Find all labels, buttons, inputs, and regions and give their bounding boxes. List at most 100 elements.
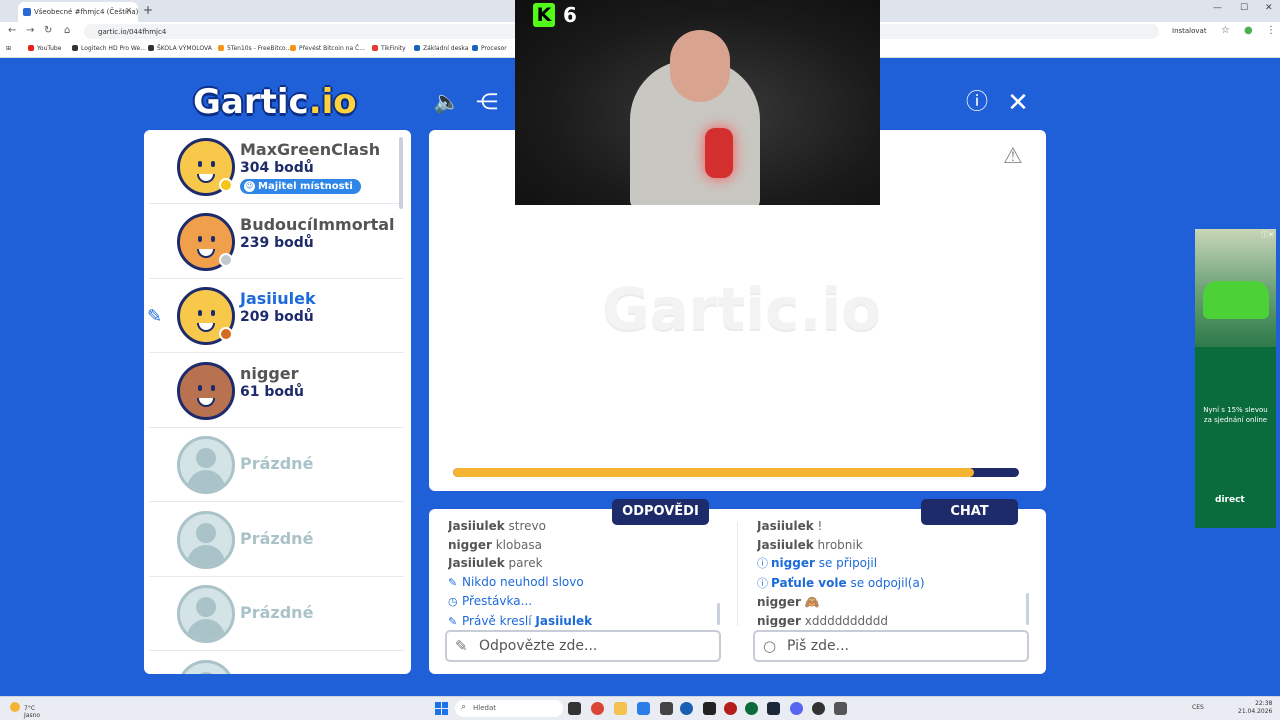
app-icon-1[interactable]	[703, 702, 716, 715]
bookmark-item[interactable]: TikFinity	[372, 45, 406, 52]
chat-scrollbar[interactable]	[1026, 593, 1029, 625]
chat-input[interactable]: ○ Piš zde...	[753, 630, 1029, 662]
player-row[interactable]: Prázdné	[149, 428, 404, 502]
minimize-icon[interactable]: —	[1213, 3, 1222, 13]
file-explorer-icon[interactable]	[614, 702, 627, 715]
message-user: Jasiiulek	[448, 556, 505, 571]
player-row[interactable]	[149, 652, 404, 674]
install-button[interactable]: Instalovat	[1172, 27, 1207, 35]
message-text: klobasa	[495, 537, 542, 552]
player-row[interactable]: ✎ Jasiiulek 209 bodů	[147, 279, 404, 353]
clock-icon: ◷	[448, 595, 458, 609]
player-row[interactable]: Prázdné	[149, 577, 404, 651]
player-list-scrollbar[interactable]	[399, 137, 403, 209]
new-tab-icon[interactable]: +	[143, 3, 153, 17]
forward-icon[interactable]: →	[26, 25, 34, 36]
info-icon[interactable]: ⓘ	[964, 90, 990, 116]
close-tab-icon[interactable]: ✕	[125, 6, 132, 15]
answers-scrollbar[interactable]	[717, 603, 720, 625]
steam-icon[interactable]	[767, 702, 780, 715]
message-text: strevo	[508, 519, 546, 533]
app-icon-2[interactable]	[724, 702, 737, 715]
chrome-icon[interactable]	[591, 702, 604, 715]
message-user: nigger	[448, 537, 492, 552]
bookmark-item[interactable]: Převést Bitcoin na Č...	[290, 45, 365, 52]
edge-icon[interactable]	[680, 702, 693, 715]
bookmark-favicon-icon	[148, 45, 154, 51]
bookmark-item[interactable]: Procesor	[472, 45, 507, 52]
clock[interactable]: 22:38 21.04.2026	[1238, 700, 1272, 716]
menu-icon[interactable]: ⋮	[1266, 25, 1276, 36]
bookmark-item[interactable]: ŠKOLA VÝMOLOVA	[148, 45, 212, 52]
system-message-user: nigger	[771, 556, 815, 571]
player-score: 209 bodů	[240, 309, 314, 325]
reload-icon[interactable]: ↻	[44, 25, 52, 36]
player-row[interactable]: BudoucíImmortal 239 bodů	[149, 205, 404, 279]
back-icon[interactable]: ←	[8, 25, 16, 36]
answer-input[interactable]: ✎ Odpovězte zde...	[445, 630, 721, 662]
task-view-icon[interactable]	[568, 702, 581, 715]
bookmark-star-icon[interactable]: ☆	[1221, 25, 1230, 36]
message-user: Jasiiulek	[757, 519, 814, 533]
share-icon[interactable]: ⋲	[474, 90, 500, 116]
player-name: MaxGreenClash	[240, 140, 381, 159]
player-name: BudoucíImmortal	[240, 214, 395, 234]
streamer-head	[670, 30, 730, 102]
bookmark-label: Logitech HD Pro We...	[81, 45, 146, 52]
apps-icon[interactable]: ⊞	[6, 45, 11, 52]
message-line: ⓘ Paťule vole se odpojil(a)	[757, 574, 1025, 594]
gartic-logo[interactable]: Gartic.io	[193, 82, 357, 122]
windows-start-icon[interactable]	[435, 702, 448, 715]
message-text: hrobnik	[817, 537, 863, 552]
info-icon: ⓘ	[757, 557, 768, 571]
answers-messages: Jasiiulek strevo nigger klobasa Jasiiulek …	[448, 517, 718, 627]
message-text: xdddddddddd	[804, 613, 889, 627]
snipping-tool-icon[interactable]	[660, 702, 673, 715]
bookmark-favicon-icon	[372, 45, 378, 51]
system-message: Přestávka...	[462, 594, 533, 609]
weather-widget[interactable]: 7°C Jasno	[10, 702, 40, 719]
avatar-eye	[211, 384, 215, 391]
ad-close-icon[interactable]: ⓘ✕	[1261, 230, 1274, 240]
round-timer-fill	[453, 468, 974, 477]
browser-tab[interactable]: Všeobecné #fhmjc4 (Čeština) ✕	[18, 2, 138, 22]
player-row[interactable]: nigger 61 bodů	[149, 354, 404, 428]
bookmark-item[interactable]: Logitech HD Pro We...	[72, 45, 146, 52]
app-icon-4[interactable]	[834, 702, 847, 715]
room-owner-badge: ☺ Majitel místnosti	[240, 179, 361, 194]
message-line: nigger xdddddddddd	[757, 612, 1025, 627]
advertisement[interactable]: ⓘ✕ Nyní s 15% slevou za sjednání online …	[1195, 229, 1276, 528]
avatar-eye	[198, 235, 202, 242]
language-indicator[interactable]: CES	[1192, 704, 1204, 711]
taskbar-search[interactable]: ⌕ Hledat	[455, 700, 563, 717]
close-window-icon[interactable]: ✕	[1265, 3, 1273, 13]
close-icon[interactable]: ✕	[1005, 90, 1031, 116]
mail-icon[interactable]	[637, 702, 650, 715]
silhouette-head	[196, 448, 216, 468]
message-line: ◷ Přestávka...	[448, 592, 718, 612]
pencil-icon: ✎	[448, 575, 458, 589]
bookmark-item[interactable]: Základní deska	[414, 45, 468, 52]
maximize-icon[interactable]: ☐	[1240, 3, 1248, 13]
bookmark-favicon-icon	[218, 45, 224, 51]
room-owner-label: Majitel místnosti	[258, 181, 353, 192]
silhouette-head	[196, 597, 216, 617]
home-icon[interactable]: ⌂	[64, 25, 70, 36]
microphone	[705, 128, 733, 178]
profile-icon[interactable]: ●	[1244, 25, 1253, 36]
avatar-eye	[198, 384, 202, 391]
avatar-mouth	[197, 323, 215, 332]
report-warning-icon[interactable]: ⚠	[1003, 144, 1023, 169]
obs-icon[interactable]	[812, 702, 825, 715]
bookmark-item[interactable]: 5Ten10s - FreeBitco...	[218, 45, 291, 52]
player-row[interactable]: Prázdné	[149, 503, 404, 577]
sound-icon[interactable]: 🔈	[433, 90, 460, 116]
player-score: 61 bodů	[240, 383, 304, 400]
app-icon-3[interactable]	[745, 702, 758, 715]
webcam-overlay: K 6	[515, 0, 880, 205]
player-status-dot	[219, 327, 233, 341]
url-text: gartic.io/044fhmjc4	[98, 28, 167, 36]
player-row[interactable]: MaxGreenClash 304 bodů ☺ Majitel místnosti	[149, 130, 404, 204]
bookmark-item[interactable]: YouTube	[28, 45, 61, 52]
discord-icon[interactable]	[790, 702, 803, 715]
